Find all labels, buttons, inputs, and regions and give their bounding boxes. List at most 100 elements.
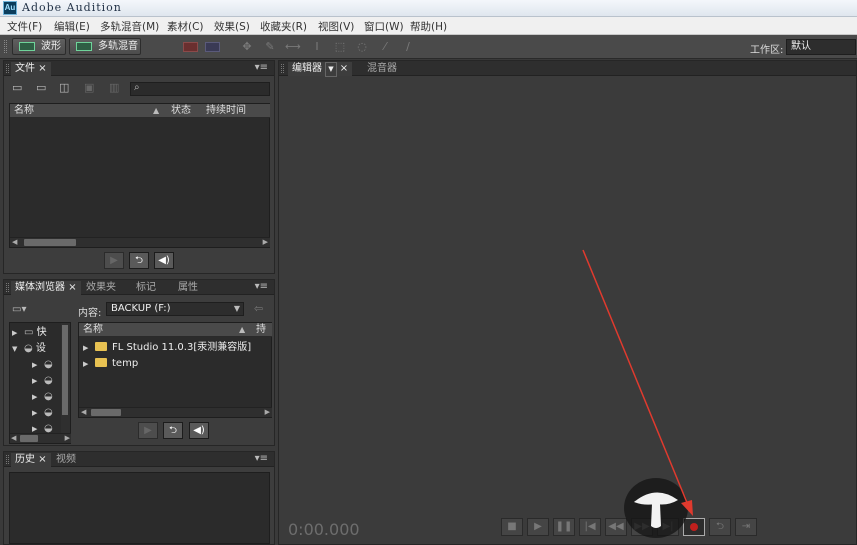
razor-tool-icon[interactable]: ✎ <box>263 40 277 53</box>
menu-multitrack[interactable]: 多轨混音(M) <box>100 19 159 34</box>
tab-history[interactable]: 历史 × <box>11 453 51 467</box>
list-item[interactable]: ▶ FL Studio 11.0.3[汞测兼容版] <box>83 340 251 355</box>
column-status[interactable]: 状态 <box>171 104 191 117</box>
insert-icon[interactable]: ▣ <box>84 81 94 94</box>
auto-play-button[interactable]: ◀) <box>189 422 209 439</box>
files-list[interactable]: 名称 ▲ 状态 持续时间 ◀ ▶ <box>9 103 270 248</box>
panel-grip[interactable] <box>281 64 284 73</box>
tab-editor[interactable]: 编辑器 ▼ × <box>288 62 353 77</box>
brush-tool-icon[interactable]: ⁄ <box>378 40 392 53</box>
menu-clip[interactable]: 素材(C) <box>167 19 204 34</box>
stop-button[interactable]: ■ <box>501 518 523 536</box>
panel-menu-icon[interactable]: ▾≡ <box>255 453 268 464</box>
media-hscrollbar[interactable]: ◀ ▶ <box>79 407 272 417</box>
tab-mixer[interactable]: 混音器 <box>363 62 401 76</box>
scroll-right-icon[interactable]: ▶ <box>263 238 268 247</box>
play-preview-button[interactable]: ▶ <box>104 252 124 269</box>
scroll-left-icon[interactable]: ◀ <box>81 408 86 417</box>
tree-item-drive[interactable]: ▶ ◒ <box>32 357 53 372</box>
loop-preview-button[interactable]: ⮌ <box>163 422 183 439</box>
panel-grip[interactable] <box>6 283 9 292</box>
tab-media-browser[interactable]: 媒体浏览器 × <box>11 281 81 295</box>
waveform-button[interactable]: 波形 <box>12 38 66 55</box>
panel-menu-icon[interactable]: ▾≡ <box>255 62 268 73</box>
skip-selection-button[interactable]: ⇥ <box>735 518 757 536</box>
close-icon[interactable]: × <box>68 282 76 293</box>
close-icon[interactable]: × <box>38 63 46 74</box>
slip-tool-icon[interactable]: ⟷ <box>285 40 301 53</box>
multitrack-button[interactable]: 多轨混音 <box>69 38 141 55</box>
healing-tool-icon[interactable]: ∕ <box>401 40 415 53</box>
scroll-thumb[interactable] <box>24 239 76 246</box>
tree-vscrollbar[interactable] <box>61 323 70 433</box>
marquee-tool-icon[interactable]: ⬚ <box>333 40 347 53</box>
media-tree[interactable]: ▶ ▭ 快 ▼ ◒ 设 ▶ ◒ ▶ ◒ ▶ ◒ ▶ ◒ ▶ ◒ ◀ ▶ <box>9 322 71 444</box>
panel-grip[interactable] <box>6 455 9 464</box>
close-icon[interactable]: × <box>38 454 46 465</box>
tree-item-shortcuts[interactable]: ▶ ▭ 快 <box>12 325 47 340</box>
workspace-select[interactable]: 默认 <box>786 39 856 55</box>
chevron-down-icon[interactable]: ▼ <box>325 62 337 77</box>
menu-window[interactable]: 窗口(W) <box>364 19 404 34</box>
loop-preview-button[interactable]: ⮌ <box>129 252 149 269</box>
menu-file[interactable]: 文件(F) <box>7 19 42 34</box>
pause-button[interactable]: ❚❚ <box>553 518 575 536</box>
tree-item-drive[interactable]: ▶ ◒ <box>32 373 53 388</box>
menu-help[interactable]: 帮助(H) <box>410 19 447 34</box>
scroll-right-icon[interactable]: ▶ <box>265 408 270 417</box>
scroll-thumb[interactable] <box>91 409 121 416</box>
menu-view[interactable]: 视图(V) <box>318 19 354 34</box>
column-name[interactable]: 名称 <box>14 104 34 117</box>
scroll-right-icon[interactable]: ▶ <box>65 434 70 443</box>
column-duration[interactable]: 持 <box>256 323 266 336</box>
files-search-input[interactable]: ⌕ <box>130 82 270 96</box>
media-file-list[interactable]: 名称 ▲ 持 ▶ FL Studio 11.0.3[汞测兼容版] ▶ temp ◀ … <box>78 322 272 418</box>
scroll-thumb[interactable] <box>62 325 68 415</box>
play-preview-button[interactable]: ▶ <box>138 422 158 439</box>
tree-hscrollbar[interactable]: ◀ ▶ <box>10 433 71 443</box>
menu-favorites[interactable]: 收藏夹(R) <box>260 19 307 34</box>
content-select[interactable]: BACKUP (F:) ▼ <box>106 302 244 316</box>
history-list[interactable] <box>9 472 270 544</box>
scroll-thumb[interactable] <box>20 435 38 442</box>
sort-icon[interactable]: ▲ <box>153 104 159 117</box>
lasso-tool-icon[interactable]: ◌ <box>355 40 369 53</box>
list-item[interactable]: ▶ temp <box>83 356 138 371</box>
menu-effects[interactable]: 效果(S) <box>214 19 250 34</box>
import-file-icon[interactable]: ▭ <box>36 81 46 94</box>
menu-edit[interactable]: 编辑(E) <box>54 19 90 34</box>
tab-properties[interactable]: 属性 <box>174 281 202 295</box>
tab-video[interactable]: 视频 <box>52 453 80 467</box>
move-tool-icon[interactable]: ✥ <box>240 40 254 53</box>
tab-effects-rack[interactable]: 效果夹 <box>82 281 120 295</box>
drive-icon[interactable]: ▭▾ <box>12 304 26 315</box>
panel-menu-icon[interactable]: ▾≡ <box>255 281 268 292</box>
new-file-icon[interactable]: ◫ <box>59 81 69 94</box>
toolbar-grip[interactable] <box>4 40 7 53</box>
pitch-view-icon[interactable] <box>205 42 220 52</box>
column-duration[interactable]: 持续时间 <box>206 104 246 117</box>
tree-item-drive[interactable]: ▶ ◒ <box>32 405 53 420</box>
tab-files[interactable]: 文件 × <box>11 62 51 76</box>
files-hscrollbar[interactable]: ◀ ▶ <box>10 237 270 247</box>
tab-markers[interactable]: 标记 <box>132 281 160 295</box>
panel-grip[interactable] <box>6 64 9 73</box>
back-arrow-icon[interactable]: ⇦ <box>254 302 263 315</box>
time-selection-tool-icon[interactable]: I <box>310 40 324 53</box>
tree-item-drive[interactable]: ▶ ◒ <box>32 389 53 404</box>
auto-play-button[interactable]: ◀) <box>154 252 174 269</box>
scroll-left-icon[interactable]: ◀ <box>12 238 17 247</box>
record-icon <box>690 523 698 531</box>
loop-playback-button[interactable]: ⮌ <box>709 518 731 536</box>
delete-icon[interactable]: ▥ <box>109 81 119 94</box>
close-icon[interactable]: × <box>340 63 348 74</box>
spectral-view-icon[interactable] <box>183 42 198 52</box>
scroll-left-icon[interactable]: ◀ <box>11 434 16 443</box>
go-to-start-button[interactable]: |◀ <box>579 518 601 536</box>
play-button[interactable]: ▶ <box>527 518 549 536</box>
multitrack-icon <box>76 42 92 51</box>
tree-item-devices[interactable]: ▼ ◒ 设 <box>12 341 46 356</box>
open-file-icon[interactable]: ▭ <box>12 81 22 94</box>
sort-icon[interactable]: ▲ <box>239 323 245 336</box>
column-name[interactable]: 名称 <box>83 323 103 336</box>
